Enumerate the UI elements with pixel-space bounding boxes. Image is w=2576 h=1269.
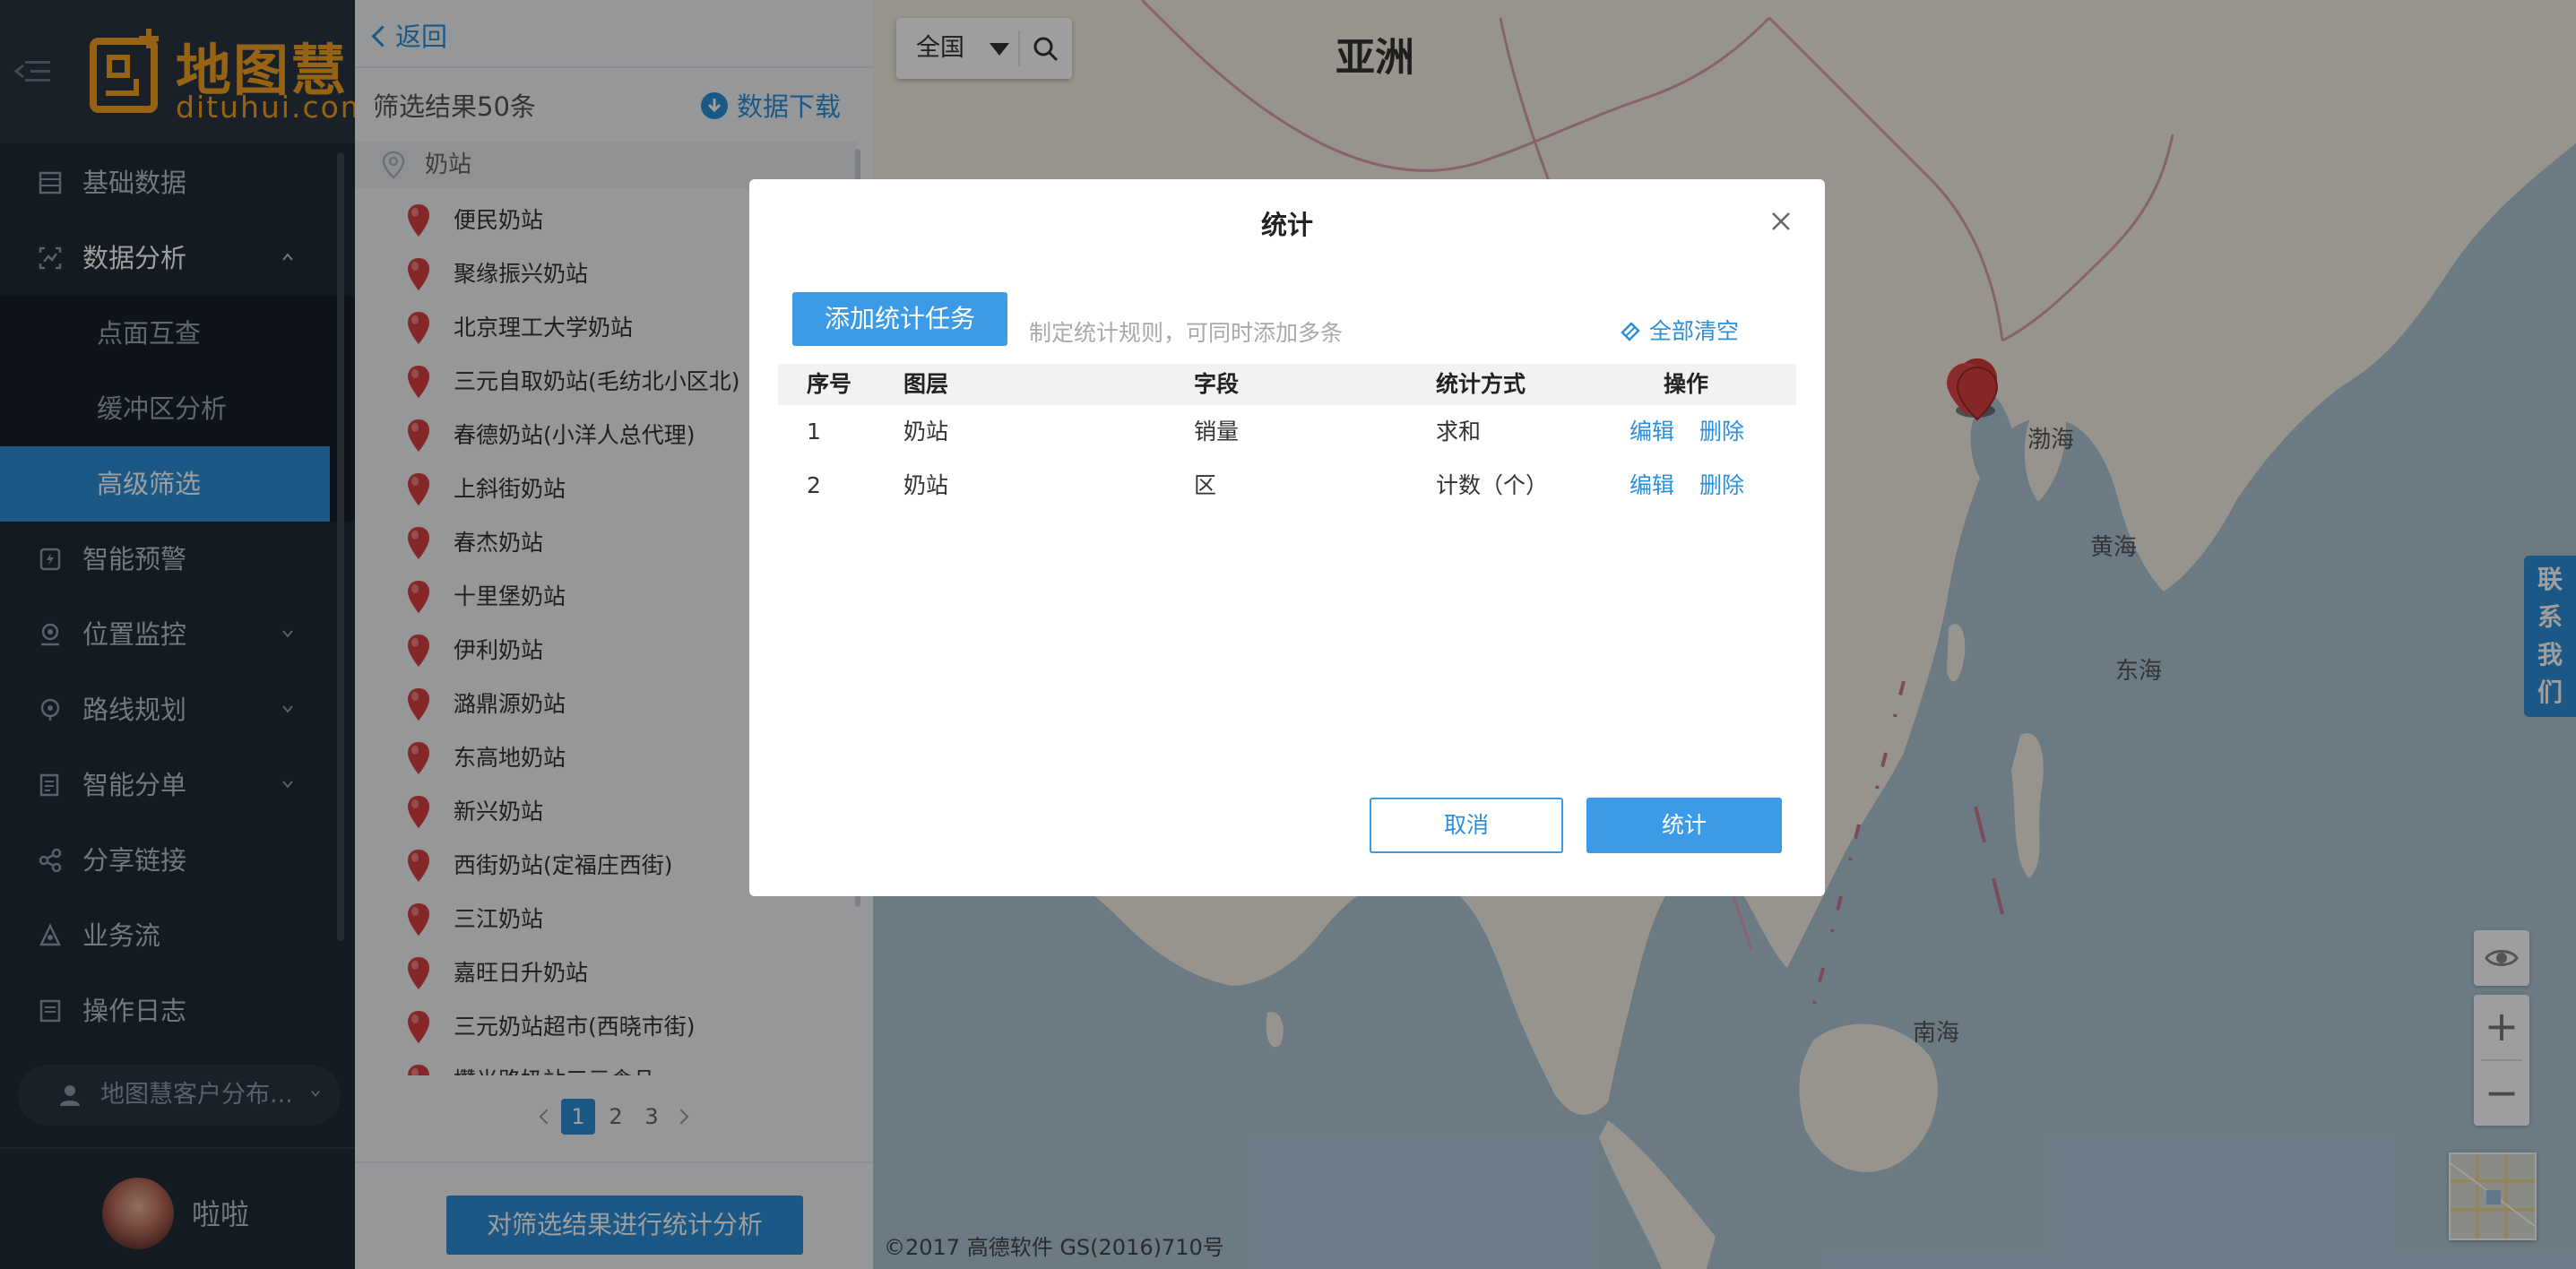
edit-link[interactable]: 编辑 — [1629, 405, 1674, 459]
cell-index: 1 — [807, 419, 821, 445]
eraser-icon — [1621, 322, 1640, 341]
cell-method: 计数（个） — [1436, 472, 1549, 498]
cell-layer: 奶站 — [903, 419, 949, 445]
clear-all-button[interactable]: 全部清空 — [1619, 314, 1739, 346]
close-icon[interactable] — [1769, 210, 1793, 233]
add-statistics-task-button[interactable]: 添加统计任务 — [792, 292, 1007, 346]
column-header: 图层 — [903, 371, 949, 397]
statistics-dialog: 统计 添加统计任务 制定统计规则，可同时添加多条 全部清空 序号 图层 字段 统… — [749, 179, 1825, 896]
delete-link[interactable]: 删除 — [1699, 405, 1744, 459]
column-header: 统计方式 — [1436, 371, 1526, 397]
cell-method: 求和 — [1436, 419, 1482, 445]
column-header: 序号 — [807, 371, 852, 397]
cell-field: 区 — [1194, 472, 1217, 498]
confirm-statistics-button[interactable]: 统计 — [1586, 798, 1782, 853]
add-task-hint: 制定统计规则，可同时添加多条 — [1029, 320, 1344, 346]
cell-field: 销量 — [1194, 419, 1240, 445]
delete-link[interactable]: 删除 — [1699, 459, 1744, 513]
table-header: 序号 图层 字段 统计方式 操作 — [778, 364, 1796, 405]
cancel-button[interactable]: 取消 — [1370, 798, 1563, 853]
column-header: 操作 — [1664, 371, 1709, 397]
column-header: 字段 — [1194, 371, 1240, 397]
dialog-title: 统计 — [1260, 210, 1313, 240]
clear-all-label: 全部清空 — [1649, 318, 1740, 344]
edit-link[interactable]: 编辑 — [1629, 459, 1674, 513]
cell-index: 2 — [807, 472, 821, 498]
cell-layer: 奶站 — [903, 472, 949, 498]
table-row: 2 奶站 区 计数（个） 编辑 删除 — [778, 459, 1796, 513]
statistics-task-table: 序号 图层 字段 统计方式 操作 1 奶站 销量 求和 编辑 删除 2 奶站 区… — [778, 364, 1796, 513]
table-row: 1 奶站 销量 求和 编辑 删除 — [778, 405, 1796, 459]
